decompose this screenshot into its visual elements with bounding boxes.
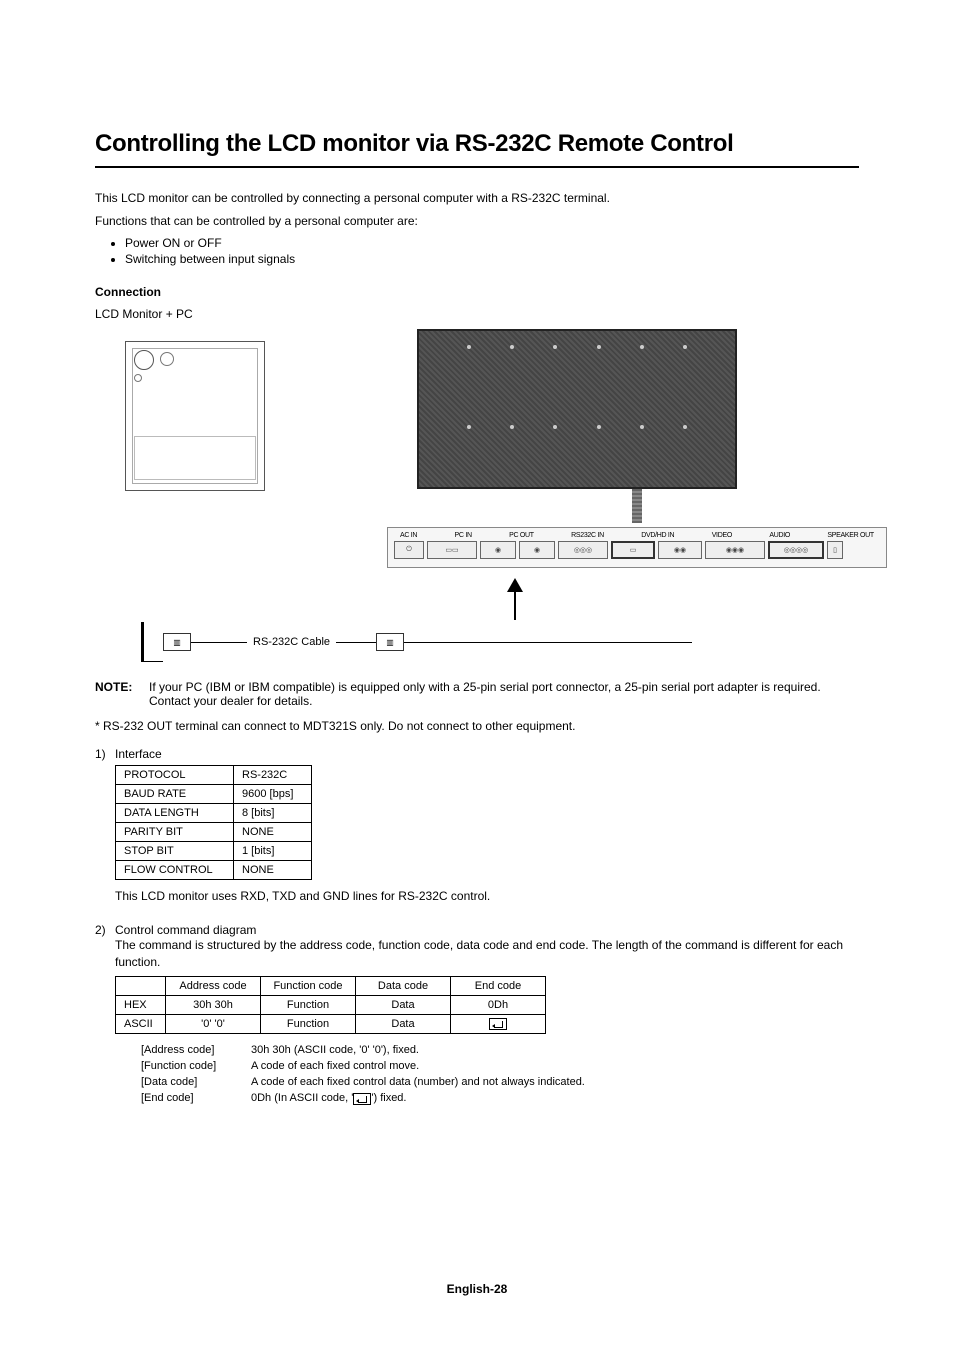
connection-diagram: AC IN PC IN PC OUT RS232C IN DVD/HD IN V… xyxy=(95,329,859,620)
table-cell: Address code xyxy=(166,977,261,996)
table-cell: ASCII xyxy=(116,1015,166,1034)
table-cell: 0Dh xyxy=(451,996,546,1015)
page-footer: English-28 xyxy=(0,1282,954,1296)
bullet-list: Power ON or OFF Switching between input … xyxy=(95,236,859,266)
cable-label: RS-232C Cable xyxy=(253,636,330,648)
definitions-block: [Address code]30h 30h (ASCII code, '0' '… xyxy=(141,1044,859,1104)
table-cell: NONE xyxy=(234,860,312,879)
table-cell: BAUD RATE xyxy=(116,784,234,803)
table-cell: '0' '0' xyxy=(166,1015,261,1034)
command-label: Control command diagram xyxy=(115,923,859,937)
def-key: [Address code] xyxy=(141,1044,251,1056)
table-cell: 8 [bits] xyxy=(234,803,312,822)
def-val: A code of each fixed control data (numbe… xyxy=(251,1076,585,1088)
command-table: Address code Function code Data code End… xyxy=(115,976,546,1034)
section-number: 1) xyxy=(95,747,115,911)
panel-label: PC OUT xyxy=(509,532,534,539)
table-cell: Data code xyxy=(356,977,451,996)
table-cell: Function code xyxy=(261,977,356,996)
table-cell: HEX xyxy=(116,996,166,1015)
intro-paragraph-2: Functions that can be controlled by a pe… xyxy=(95,213,859,230)
connection-heading: Connection xyxy=(95,284,859,301)
panel-label: PC IN xyxy=(455,532,472,539)
def-key: [Data code] xyxy=(141,1076,251,1088)
table-cell: FLOW CONTROL xyxy=(116,860,234,879)
title-rule xyxy=(95,166,859,168)
cable-plug-left: ▥ xyxy=(163,633,191,651)
table-cell: End code xyxy=(451,977,546,996)
list-item: Switching between input signals xyxy=(125,252,859,266)
table-cell: Data xyxy=(356,996,451,1015)
connection-subtitle: LCD Monitor + PC xyxy=(95,306,859,323)
table-cell: Data xyxy=(356,1015,451,1034)
panel-label: VIDEO xyxy=(712,532,732,539)
table-cell: NONE xyxy=(234,822,312,841)
table-cell: Function xyxy=(261,996,356,1015)
intro-paragraph-1: This LCD monitor can be controlled by co… xyxy=(95,190,859,207)
note-text: If your PC (IBM or IBM compatible) is eq… xyxy=(149,680,859,708)
arrow-to-port xyxy=(387,578,887,620)
panel-label: RS232C IN xyxy=(571,532,604,539)
panel-label: AC IN xyxy=(400,532,417,539)
list-item: Power ON or OFF xyxy=(125,236,859,250)
table-cell: PROTOCOL xyxy=(116,765,234,784)
note-label: NOTE: xyxy=(95,680,149,708)
table-cell: STOP BIT xyxy=(116,841,234,860)
monitor-rear-panel: AC IN PC IN PC OUT RS232C IN DVD/HD IN V… xyxy=(387,527,887,568)
monitor-front-illustration xyxy=(417,329,737,489)
interface-table: PROTOCOLRS-232C BAUD RATE9600 [bps] DATA… xyxy=(115,765,312,880)
panel-label: SPEAKER OUT xyxy=(827,532,874,539)
table-cell: 9600 [bps] xyxy=(234,784,312,803)
table-cell xyxy=(116,977,166,996)
cable-illustration: ▥ RS-232C Cable ▥ xyxy=(141,622,859,662)
table-cell: 30h 30h xyxy=(166,996,261,1015)
command-desc: The command is structured by the address… xyxy=(115,937,859,971)
pc-illustration xyxy=(125,341,265,491)
monitor-stand xyxy=(632,489,642,523)
table-cell: PARITY BIT xyxy=(116,822,234,841)
table-cell: Function xyxy=(261,1015,356,1034)
interface-label: Interface xyxy=(115,747,859,761)
page-title: Controlling the LCD monitor via RS-232C … xyxy=(95,130,859,158)
def-key: [End code] xyxy=(141,1092,251,1104)
def-val: 30h 30h (ASCII code, '0' '0'), fixed. xyxy=(251,1044,419,1056)
note-block: NOTE: If your PC (IBM or IBM compatible)… xyxy=(95,680,859,708)
interface-note: This LCD monitor uses RXD, TXD and GND l… xyxy=(115,888,859,905)
table-cell: RS-232C xyxy=(234,765,312,784)
enter-icon xyxy=(489,1018,507,1030)
section-number: 2) xyxy=(95,923,115,1109)
def-val: A code of each fixed control move. xyxy=(251,1060,419,1072)
asterisk-note: * RS-232 OUT terminal can connect to MDT… xyxy=(95,718,859,735)
panel-label: AUDIO xyxy=(769,532,790,539)
table-cell: DATA LENGTH xyxy=(116,803,234,822)
panel-label: DVD/HD IN xyxy=(641,532,674,539)
enter-icon xyxy=(353,1093,371,1105)
cable-plug-right: ▥ xyxy=(376,633,404,651)
table-cell: 1 [bits] xyxy=(234,841,312,860)
def-key: [Function code] xyxy=(141,1060,251,1072)
table-cell xyxy=(451,1015,546,1034)
def-val: 0Dh (In ASCII code, '') fixed. xyxy=(251,1092,407,1104)
